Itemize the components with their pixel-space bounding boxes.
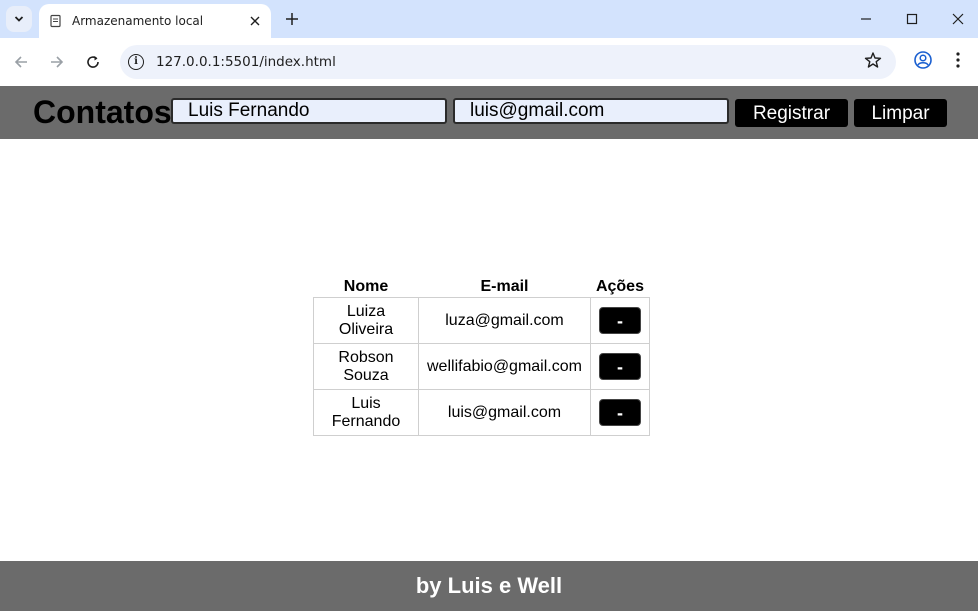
cell-name: Luiza Oliveira xyxy=(313,297,419,344)
address-bar[interactable]: i 127.0.0.1:5501/index.html xyxy=(120,45,896,79)
tab-strip: Armazenamento local xyxy=(0,0,978,38)
window-close-icon[interactable] xyxy=(944,8,972,30)
cell-email: luza@gmail.com xyxy=(418,297,591,344)
tab-search-button[interactable] xyxy=(6,6,32,32)
contacts-table: Nome E-mail Ações Luiza Oliveira luza@gm… xyxy=(313,277,650,436)
footer-text: by Luis e Well xyxy=(415,573,563,598)
table-row: Luiza Oliveira luza@gmail.com - xyxy=(313,297,650,344)
cell-email: wellifabio@gmail.com xyxy=(418,343,591,390)
browser-toolbar: i 127.0.0.1:5501/index.html xyxy=(0,38,978,86)
email-input[interactable] xyxy=(453,98,729,124)
info-icon[interactable]: i xyxy=(128,54,144,70)
page-icon xyxy=(49,14,63,28)
delete-button[interactable]: - xyxy=(598,399,641,426)
app-header: Contatos Registrar Limpar xyxy=(0,86,978,139)
delete-button[interactable]: - xyxy=(598,307,641,334)
cell-actions: - xyxy=(589,297,650,344)
close-icon[interactable] xyxy=(245,11,265,31)
browser-tab[interactable]: Armazenamento local xyxy=(39,4,271,38)
tab-title: Armazenamento local xyxy=(72,14,204,28)
reload-icon[interactable] xyxy=(81,50,105,74)
table-row: Robson Souza wellifabio@gmail.com - xyxy=(313,343,650,390)
kebab-menu-icon[interactable] xyxy=(950,50,966,74)
table-header-row: Nome E-mail Ações xyxy=(314,277,650,298)
arrow-right-icon[interactable] xyxy=(45,50,69,74)
profile-icon[interactable] xyxy=(913,50,933,70)
plus-icon[interactable] xyxy=(281,8,303,30)
cell-email: luis@gmail.com xyxy=(418,389,591,436)
cell-actions: - xyxy=(589,343,650,390)
arrow-left-icon[interactable] xyxy=(9,50,33,74)
header-actions: Ações xyxy=(595,278,644,295)
cell-actions: - xyxy=(589,389,650,436)
cell-name: Luis Fernando xyxy=(313,389,419,436)
clear-button[interactable]: Limpar xyxy=(854,99,947,127)
maximize-icon[interactable] xyxy=(898,8,926,30)
cell-name: Robson Souza xyxy=(313,343,419,390)
header-name: Nome xyxy=(343,278,389,295)
page-title: Contatos xyxy=(33,94,172,130)
delete-button[interactable]: - xyxy=(598,353,641,380)
name-input[interactable] xyxy=(171,98,447,124)
table-row: Luis Fernando luis@gmail.com - xyxy=(313,389,650,436)
url-text[interactable]: 127.0.0.1:5501/index.html xyxy=(156,54,336,70)
header-email: E-mail xyxy=(480,278,529,295)
minimize-icon[interactable] xyxy=(852,8,880,30)
footer: by Luis e Well xyxy=(0,561,978,611)
chevron-down-icon xyxy=(14,16,24,22)
register-button[interactable]: Registrar xyxy=(735,99,848,127)
star-icon[interactable] xyxy=(864,51,882,74)
